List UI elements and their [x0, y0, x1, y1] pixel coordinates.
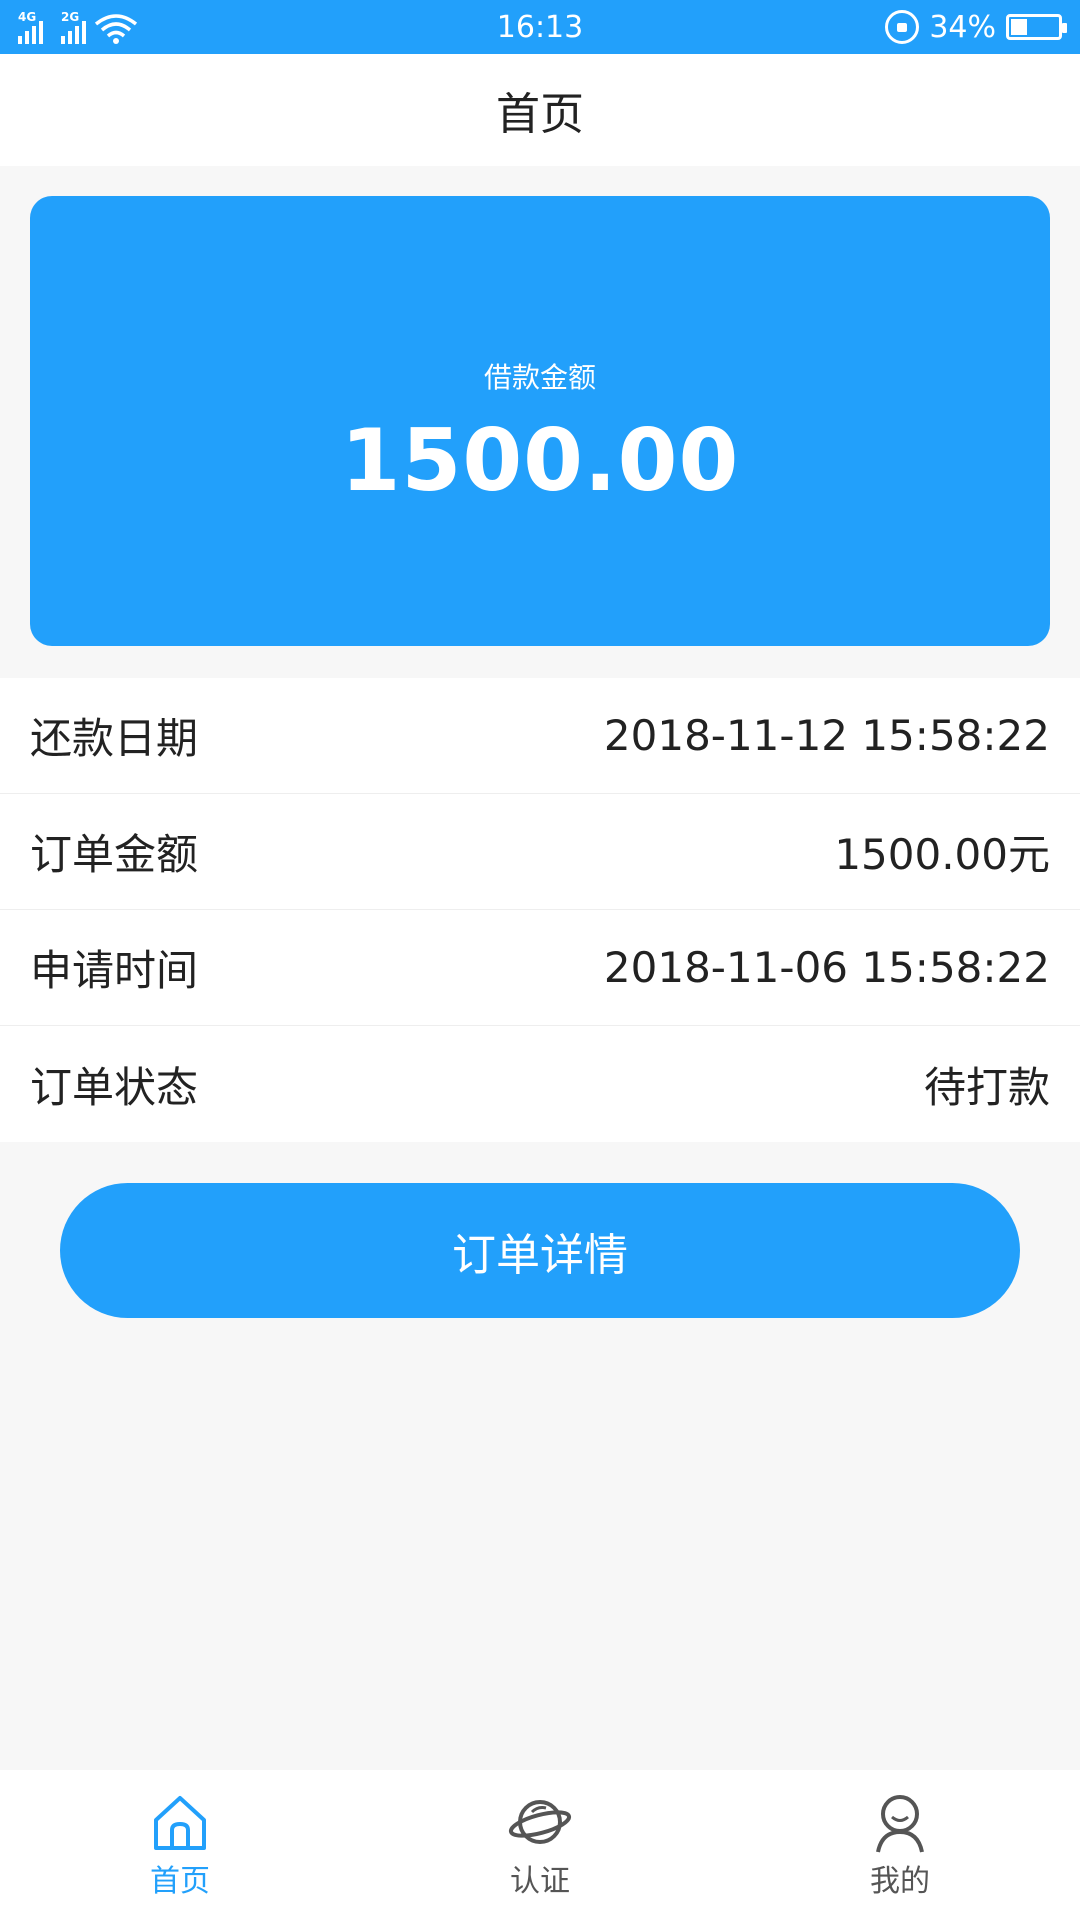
info-label: 订单金额	[30, 830, 199, 879]
info-value: 2018-11-12 15:58:22	[603, 711, 1050, 760]
user-icon	[876, 1795, 924, 1853]
planet-icon	[508, 1800, 572, 1844]
tab-label: 首页	[150, 1864, 210, 1899]
status-badge: 待打款	[923, 1062, 1050, 1112]
battery-fill	[1011, 19, 1027, 35]
tab-mine[interactable]: 我的	[720, 1770, 1080, 1920]
info-label: 订单状态	[30, 1062, 199, 1112]
info-row-apply-time: 申请时间 2018-11-06 15:58:22	[0, 910, 1080, 1026]
loan-amount-card: 借款金额 1500.00	[30, 196, 1050, 646]
tab-label: 我的	[870, 1864, 930, 1899]
info-value: 2018-11-06 15:58:22	[603, 943, 1050, 992]
order-info-list: 还款日期 2018-11-12 15:58:22 订单金额 1500.00元 申…	[0, 678, 1080, 1142]
info-row-order-amount: 订单金额 1500.00元	[0, 794, 1080, 910]
page-title: 首页	[496, 89, 584, 140]
info-label: 申请时间	[30, 946, 199, 995]
bottom-tab-bar: 首页 认证 我的	[0, 1770, 1080, 1920]
app-header: 首页	[0, 54, 1080, 166]
order-detail-button[interactable]: 订单详情	[60, 1183, 1020, 1318]
tab-verify[interactable]: 认证	[360, 1770, 720, 1920]
info-row-repayment-date: 还款日期 2018-11-12 15:58:22	[0, 678, 1080, 794]
info-row-order-status: 订单状态 待打款	[0, 1026, 1080, 1142]
status-bar: 4G 2G 16:13 34%	[0, 0, 1080, 54]
tab-label: 认证	[510, 1864, 570, 1899]
info-label: 还款日期	[30, 714, 199, 763]
card-area: 借款金额 1500.00	[0, 166, 1080, 678]
battery-icon	[1006, 14, 1067, 40]
loan-amount-label: 借款金额	[483, 361, 596, 394]
loan-amount-value: 1500.00	[340, 411, 740, 511]
home-icon	[154, 1796, 206, 1850]
info-value: 1500.00元	[834, 830, 1050, 879]
tab-home[interactable]: 首页	[0, 1770, 360, 1920]
